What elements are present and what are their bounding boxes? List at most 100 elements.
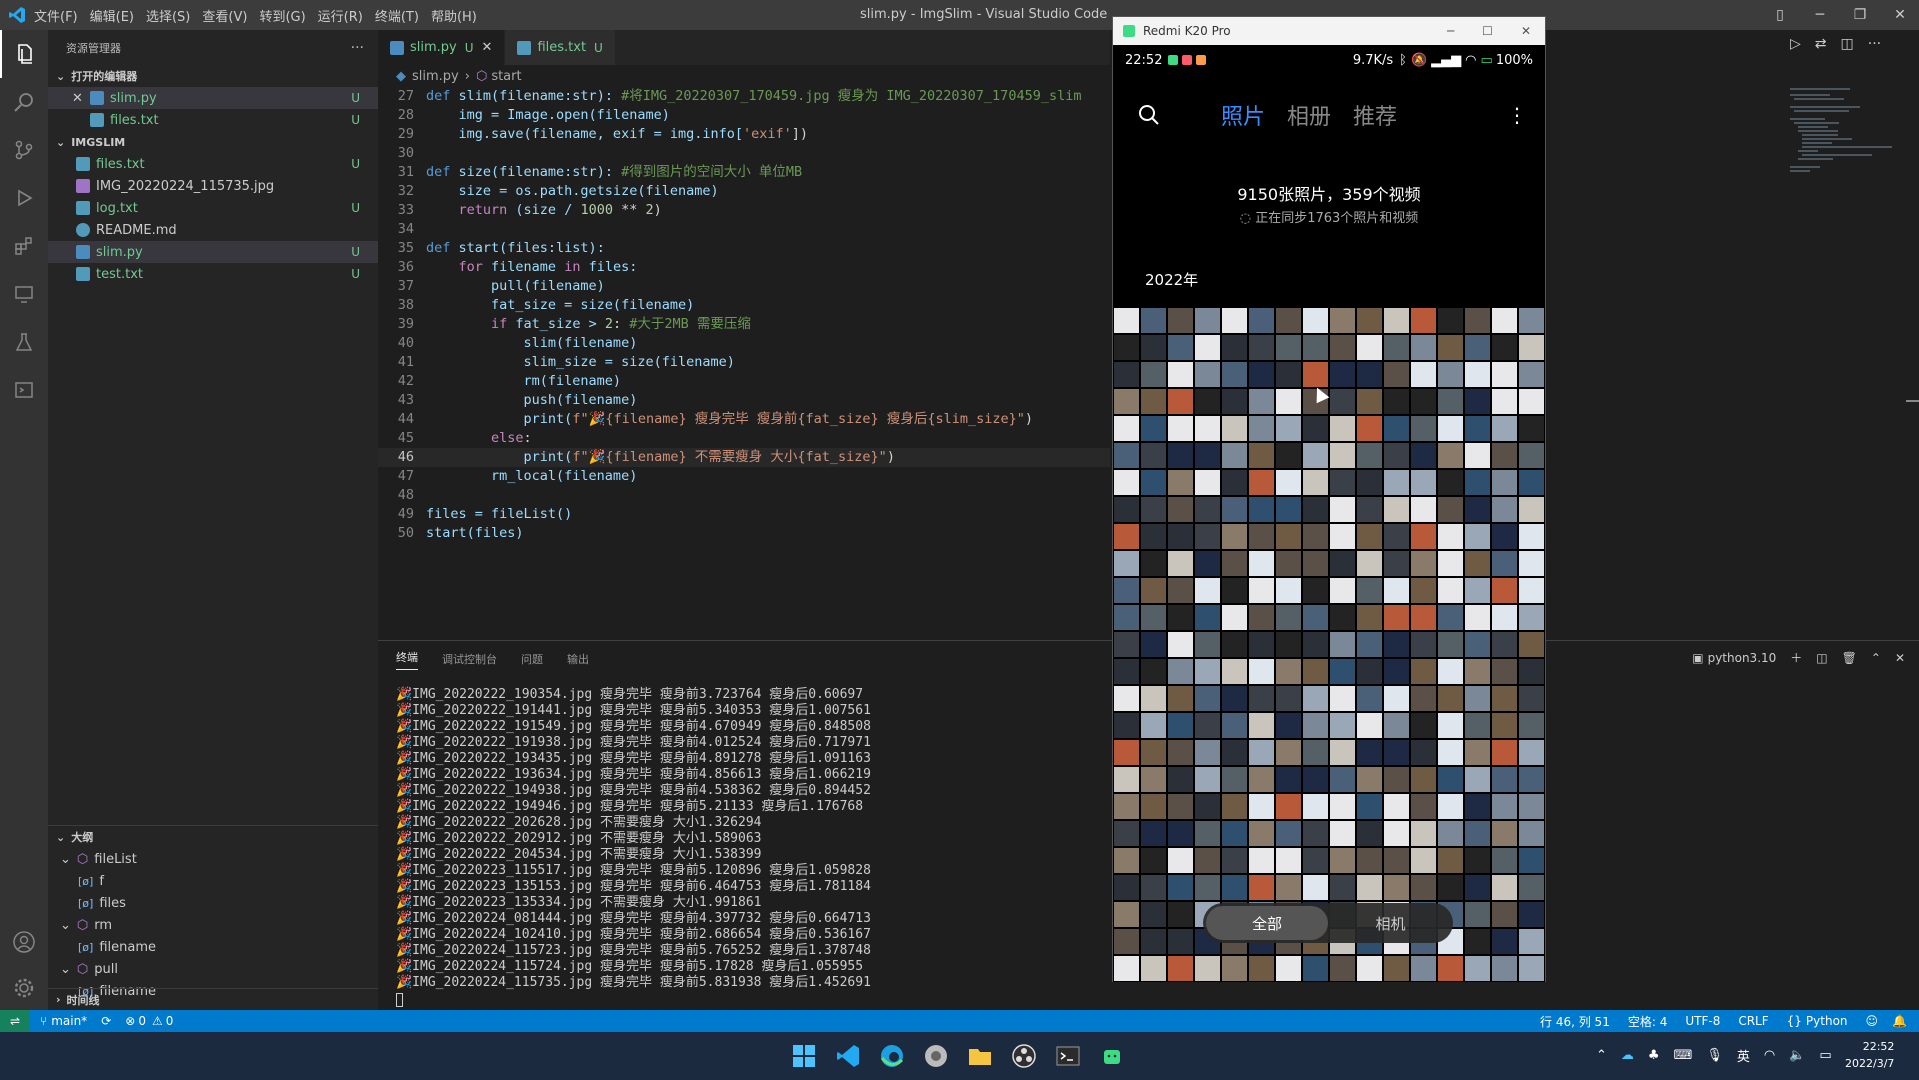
photo-thumbnail[interactable]	[1302, 442, 1329, 469]
photo-thumbnail[interactable]	[1464, 415, 1491, 442]
photo-thumbnail[interactable]	[1113, 631, 1140, 658]
photo-thumbnail[interactable]	[1140, 739, 1167, 766]
photo-thumbnail[interactable]	[1113, 361, 1140, 388]
photo-thumbnail[interactable]	[1248, 820, 1275, 847]
photo-thumbnail[interactable]	[1491, 523, 1518, 550]
photo-thumbnail[interactable]	[1437, 820, 1464, 847]
photo-thumbnail[interactable]	[1383, 955, 1410, 982]
photo-thumbnail[interactable]	[1491, 442, 1518, 469]
remote-explorer-icon[interactable]	[0, 270, 48, 318]
photo-thumbnail[interactable]	[1194, 307, 1221, 334]
photo-thumbnail[interactable]	[1491, 874, 1518, 901]
photo-thumbnail[interactable]	[1356, 766, 1383, 793]
photo-thumbnail[interactable]	[1113, 955, 1140, 982]
photo-thumbnail[interactable]	[1194, 361, 1221, 388]
photo-thumbnail[interactable]	[1302, 793, 1329, 820]
photo-thumbnail[interactable]	[1491, 388, 1518, 415]
photo-thumbnail[interactable]	[1437, 334, 1464, 361]
photo-thumbnail[interactable]	[1383, 442, 1410, 469]
photo-thumbnail[interactable]	[1275, 523, 1302, 550]
photo-thumbnail[interactable]	[1464, 604, 1491, 631]
photo-thumbnail[interactable]	[1491, 550, 1518, 577]
notifications-bell-icon[interactable]: 🔔	[1892, 1014, 1907, 1028]
photo-thumbnail[interactable]	[1113, 415, 1140, 442]
panel-tab[interactable]: 调试控制台	[442, 651, 497, 667]
photo-thumbnail[interactable]	[1410, 739, 1437, 766]
photo-thumbnail[interactable]	[1464, 307, 1491, 334]
photo-thumbnail[interactable]	[1491, 307, 1518, 334]
file-explorer-icon[interactable]	[966, 1042, 994, 1070]
photo-thumbnail[interactable]	[1491, 928, 1518, 955]
indentation[interactable]: 空格: 4	[1628, 1013, 1668, 1030]
photo-thumbnail[interactable]	[1410, 388, 1437, 415]
photo-thumbnail[interactable]	[1113, 334, 1140, 361]
obs-icon[interactable]	[1010, 1042, 1038, 1070]
edge-browser-icon[interactable]	[878, 1042, 906, 1070]
photo-thumbnail[interactable]	[1275, 847, 1302, 874]
split-editor-icon[interactable]: ◫	[1841, 36, 1854, 52]
photo-thumbnail[interactable]	[1275, 550, 1302, 577]
photo-thumbnail[interactable]	[1194, 604, 1221, 631]
photo-thumbnail[interactable]	[1518, 739, 1545, 766]
outline-item[interactable]: ⌄ ⬡ fileList	[48, 848, 378, 870]
panel-tab[interactable]: 终端	[396, 649, 418, 670]
photo-thumbnail[interactable]	[1194, 496, 1221, 523]
photo-thumbnail[interactable]	[1302, 685, 1329, 712]
photo-thumbnail[interactable]	[1221, 388, 1248, 415]
photo-thumbnail[interactable]	[1194, 631, 1221, 658]
photo-thumbnail[interactable]	[1248, 604, 1275, 631]
photo-thumbnail[interactable]	[1275, 955, 1302, 982]
open-editors-section[interactable]: ⌄ 打开的编辑器	[48, 65, 378, 87]
panel-tab[interactable]: 问题	[521, 651, 543, 667]
settings-gear-icon[interactable]	[0, 964, 48, 1012]
photo-thumbnail[interactable]	[1329, 793, 1356, 820]
menu-item[interactable]: 选择(S)	[146, 10, 190, 25]
photo-thumbnail[interactable]	[1221, 415, 1248, 442]
photo-thumbnail[interactable]	[1167, 874, 1194, 901]
photo-thumbnail[interactable]	[1221, 550, 1248, 577]
photo-thumbnail[interactable]	[1464, 631, 1491, 658]
photo-thumbnail[interactable]	[1275, 334, 1302, 361]
terminal-view-icon[interactable]	[0, 366, 48, 414]
photo-thumbnail[interactable]	[1410, 874, 1437, 901]
photo-thumbnail[interactable]	[1329, 469, 1356, 496]
photo-thumbnail[interactable]	[1383, 712, 1410, 739]
photo-thumbnail[interactable]	[1140, 631, 1167, 658]
close-window-button[interactable]: ✕	[1880, 0, 1919, 30]
photo-thumbnail[interactable]	[1491, 469, 1518, 496]
photo-thumbnail[interactable]	[1221, 739, 1248, 766]
photo-thumbnail[interactable]	[1356, 496, 1383, 523]
photo-thumbnail[interactable]	[1113, 550, 1140, 577]
photo-thumbnail[interactable]	[1329, 631, 1356, 658]
photo-thumbnail[interactable]	[1518, 712, 1545, 739]
photo-thumbnail[interactable]	[1221, 334, 1248, 361]
file-tree-item[interactable]: files.txt U	[48, 153, 378, 175]
photo-thumbnail[interactable]	[1356, 442, 1383, 469]
photo-thumbnail[interactable]	[1437, 415, 1464, 442]
menu-item[interactable]: 查看(V)	[202, 10, 247, 25]
photo-thumbnail[interactable]	[1275, 307, 1302, 334]
photo-thumbnail[interactable]	[1302, 604, 1329, 631]
outline-section[interactable]: ⌄ 大纲	[48, 826, 378, 848]
photo-thumbnail[interactable]	[1518, 550, 1545, 577]
photo-thumbnail[interactable]	[1275, 685, 1302, 712]
outline-item[interactable]: [ø] f	[48, 870, 378, 892]
photo-thumbnail[interactable]	[1464, 766, 1491, 793]
photo-thumbnail[interactable]	[1518, 955, 1545, 982]
photo-thumbnail[interactable]	[1383, 550, 1410, 577]
photo-thumbnail[interactable]	[1491, 361, 1518, 388]
photo-thumbnail[interactable]	[1383, 766, 1410, 793]
photo-thumbnail[interactable]	[1248, 523, 1275, 550]
photo-thumbnail[interactable]	[1356, 469, 1383, 496]
close-button[interactable]: ✕	[1521, 24, 1531, 38]
photo-thumbnail[interactable]	[1518, 631, 1545, 658]
photo-thumbnail[interactable]	[1464, 901, 1491, 928]
photo-thumbnail[interactable]	[1221, 685, 1248, 712]
photo-thumbnail[interactable]	[1248, 739, 1275, 766]
photo-thumbnail[interactable]	[1167, 631, 1194, 658]
photo-thumbnail[interactable]	[1356, 820, 1383, 847]
photo-thumbnail[interactable]	[1113, 712, 1140, 739]
photo-thumbnail[interactable]	[1329, 361, 1356, 388]
photo-thumbnail[interactable]	[1491, 685, 1518, 712]
encoding[interactable]: UTF-8	[1685, 1014, 1720, 1028]
